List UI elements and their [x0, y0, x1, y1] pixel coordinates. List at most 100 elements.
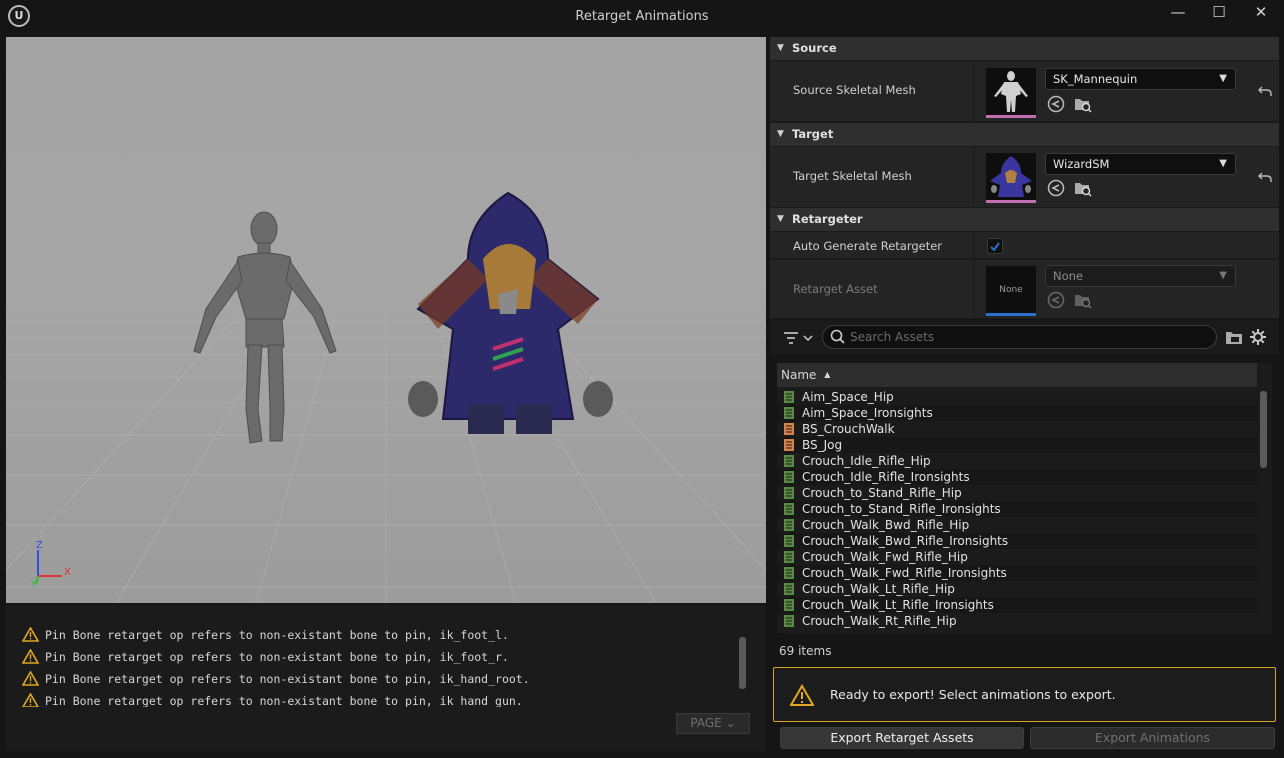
asset-list-item[interactable]: Crouch_Walk_Rt_Rifle_Hip [777, 613, 1257, 629]
category-retargeter[interactable]: ▼ Retargeter [770, 208, 1279, 231]
log-line: Pin Bone retarget op refers to non-exist… [22, 671, 530, 689]
warning-icon [22, 627, 39, 642]
animation-asset-icon [784, 471, 794, 483]
column-divider [973, 232, 974, 258]
source-skeletal-mesh-row: Source Skeletal Mesh SK_Mannequin ▼ [770, 61, 1279, 122]
search-input[interactable]: Search Assets [822, 325, 1217, 349]
warning-icon [22, 693, 39, 707]
asset-name: BS_Jog [802, 438, 843, 452]
retarget-asset-thumbnail: None [986, 266, 1036, 316]
category-source[interactable]: ▼ Source [770, 37, 1279, 60]
animation-asset-icon [784, 567, 794, 579]
column-header-name[interactable]: Name ▲ [777, 363, 1257, 387]
column-divider [973, 147, 974, 207]
source-mannequin-model [193, 211, 337, 444]
asset-list-item[interactable]: BS_CrouchWalk [777, 421, 1257, 437]
browse-asset-icon[interactable] [1074, 95, 1092, 113]
target-skeletal-mesh-row: Target Skeletal Mesh WizardSM ▼ [770, 147, 1279, 208]
source-mesh-dropdown[interactable]: SK_Mannequin ▼ [1045, 68, 1236, 90]
category-target[interactable]: ▼ Target [770, 123, 1279, 146]
minimize-button[interactable]: — [1158, 0, 1198, 26]
page-button-label: PAGE [690, 716, 722, 730]
source-mesh-value: SK_Mannequin [1053, 72, 1138, 86]
export-retarget-assets-button[interactable]: Export Retarget Assets [780, 727, 1024, 749]
axis-x-label: X [64, 567, 71, 578]
log-line-text: Pin Bone retarget op refers to non-exist… [45, 694, 523, 707]
warning-icon [22, 671, 39, 686]
folder-view-icon[interactable] [1225, 329, 1243, 345]
checkmark-icon [990, 242, 1000, 252]
maximize-button[interactable]: ☐ [1199, 0, 1239, 26]
category-label: Retargeter [792, 212, 863, 226]
asset-list-item[interactable]: Crouch_to_Stand_Rifle_Hip [777, 485, 1257, 501]
asset-list-item[interactable]: Crouch_Idle_Rifle_Hip [777, 453, 1257, 469]
asset-list-item[interactable]: Crouch_Walk_Fwd_Rifle_Ironsights [777, 565, 1257, 581]
reset-to-default-icon[interactable] [1257, 169, 1273, 185]
asset-list-item[interactable]: Crouch_Walk_Fwd_Rifle_Hip [777, 549, 1257, 565]
blendspace-asset-icon [784, 439, 794, 451]
asset-name: Crouch_Idle_Rifle_Ironsights [802, 470, 970, 484]
column-divider [973, 61, 974, 121]
axis-gizmo: Z X Y [30, 540, 80, 592]
asset-list-item[interactable]: BS_Jog [777, 437, 1257, 453]
asset-list-item[interactable]: Crouch_Walk_Bwd_Rifle_Hip [777, 517, 1257, 533]
export-animations-button: Export Animations [1030, 727, 1275, 749]
search-icon [830, 329, 845, 344]
axis-z-label: Z [36, 540, 43, 551]
use-selected-asset-icon[interactable] [1047, 95, 1065, 113]
mannequin-thumbnail-icon [994, 71, 1028, 112]
use-selected-asset-icon[interactable] [1047, 179, 1065, 197]
auto-generate-checkbox[interactable] [987, 238, 1003, 254]
preview-viewport[interactable]: Z X Y [6, 37, 766, 603]
animation-asset-icon [784, 615, 794, 627]
filter-button[interactable] [782, 329, 818, 347]
target-mesh-dropdown[interactable]: WizardSM ▼ [1045, 153, 1236, 175]
log-scrollbar[interactable] [739, 637, 746, 689]
animation-asset-icon [784, 519, 794, 531]
asset-list-item[interactable]: Crouch_Walk_Lt_Rifle_Ironsights [777, 597, 1257, 613]
property-label: Auto Generate Retargeter [793, 239, 943, 253]
asset-list-item[interactable]: Aim_Space_Hip [777, 389, 1257, 405]
animation-asset-icon [784, 583, 794, 595]
asset-name: Crouch_to_Stand_Rifle_Ironsights [802, 502, 1001, 516]
warning-icon [22, 649, 39, 664]
close-button[interactable]: ✕ [1241, 0, 1281, 26]
page-button[interactable]: PAGE ⌄ [676, 713, 750, 734]
asset-list-item[interactable]: Crouch_Walk_Lt_Rifle_Hip [777, 581, 1257, 597]
animation-asset-icon [784, 551, 794, 563]
target-mesh-thumbnail[interactable] [986, 153, 1036, 203]
warning-icon [790, 684, 814, 706]
browse-asset-icon[interactable] [1074, 179, 1092, 197]
asset-list-scrollbar[interactable] [1260, 391, 1267, 468]
category-label: Target [792, 127, 834, 141]
asset-list-item[interactable]: Crouch_Idle_Rifle_Ironsights [777, 469, 1257, 485]
log-line-text: Pin Bone retarget op refers to non-exist… [45, 672, 530, 686]
log-line: Pin Bone retarget op refers to non-exist… [22, 693, 523, 707]
asset-name: Crouch_Idle_Rifle_Hip [802, 454, 931, 468]
blendspace-asset-icon [784, 423, 794, 435]
floor-grid [6, 316, 766, 603]
details-panel: ▼ Source Source Skeletal Mesh SK_Mannequ… [770, 37, 1279, 319]
search-placeholder: Search Assets [850, 330, 935, 344]
property-label: Target Skeletal Mesh [793, 169, 912, 183]
animation-asset-icon [784, 391, 794, 403]
target-mesh-value: WizardSM [1053, 157, 1110, 171]
use-selected-asset-icon [1047, 291, 1065, 309]
chevron-down-icon: ▼ [1219, 158, 1227, 169]
asset-name: BS_CrouchWalk [802, 422, 895, 436]
reset-to-default-icon[interactable] [1257, 83, 1273, 99]
browse-asset-icon [1075, 295, 1092, 309]
asset-name: Crouch_Walk_Fwd_Rifle_Ironsights [802, 566, 1007, 580]
message-log: Pin Bone retarget op refers to non-exist… [6, 605, 766, 751]
log-line: Pin Bone retarget op refers to non-exist… [22, 627, 509, 645]
asset-name: Crouch_to_Stand_Rifle_Hip [802, 486, 962, 500]
settings-gear-icon[interactable] [1249, 328, 1267, 346]
asset-list-item[interactable]: Crouch_to_Stand_Rifle_Ironsights [777, 501, 1257, 517]
animation-asset-icon [784, 487, 794, 499]
column-divider [973, 260, 974, 318]
source-mesh-thumbnail[interactable] [986, 68, 1036, 118]
asset-list-item[interactable]: Aim_Space_Ironsights [777, 405, 1257, 421]
asset-list-item[interactable]: Crouch_Walk_Bwd_Rifle_Ironsights [777, 533, 1257, 549]
notice-text: Ready to export! Select animations to ex… [830, 687, 1116, 702]
column-header-label: Name [781, 368, 817, 382]
